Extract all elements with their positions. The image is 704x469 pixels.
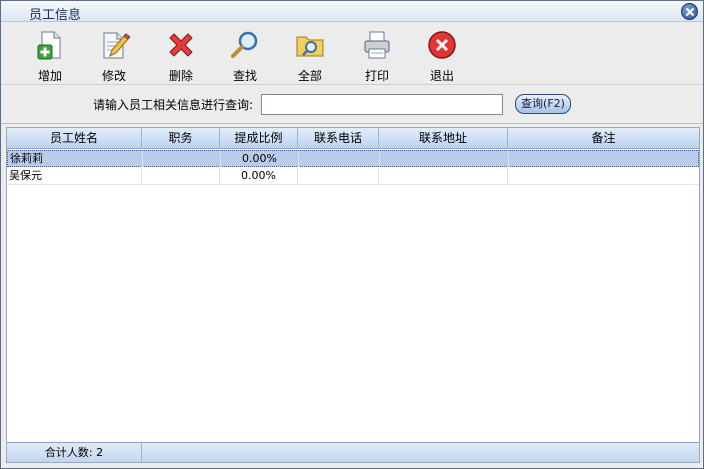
column-header-rate[interactable]: 提成比例 (220, 128, 298, 149)
print-button[interactable]: 打印 (352, 27, 402, 83)
cell-rate: 0.00% (221, 151, 299, 167)
employee-table: 员工姓名 职务 提成比例 联系电话 联系地址 备注 徐莉莉 0.00% 吴保元 … (6, 127, 700, 463)
employee-count: 合计人数: 2 (7, 443, 142, 462)
toolbar: 增加 修改 删除 查找 全部 打印 退出 (1, 23, 703, 85)
table-row[interactable]: 徐莉莉 0.00% (7, 150, 699, 167)
exit-icon (428, 31, 456, 59)
delete-x-icon (169, 33, 193, 57)
window-title: 员工信息 (29, 8, 82, 23)
folder-search-icon (296, 36, 324, 57)
column-header-title[interactable]: 职务 (142, 128, 220, 149)
cell-name: 吴保元 (7, 168, 142, 184)
cell-address (379, 168, 508, 184)
table-row[interactable]: 吴保元 0.00% (7, 168, 699, 185)
cell-name: 徐莉莉 (8, 151, 143, 167)
edit-label: 修改 (101, 69, 126, 83)
table-footer: 合计人数: 2 (7, 442, 699, 462)
find-label: 查找 (232, 69, 257, 83)
table-header: 员工姓名 职务 提成比例 联系电话 联系地址 备注 (7, 128, 699, 149)
cell-note (508, 168, 699, 184)
cell-note (509, 151, 698, 167)
column-header-phone[interactable]: 联系电话 (298, 128, 379, 149)
title-bar: 员工信息 (1, 1, 703, 23)
delete-button[interactable]: 删除 (156, 27, 206, 83)
cell-rate: 0.00% (220, 168, 298, 184)
add-label: 增加 (37, 69, 62, 83)
edit-document-icon (103, 32, 130, 59)
cell-title (143, 151, 221, 167)
edit-button[interactable]: 修改 (89, 27, 139, 83)
column-header-name[interactable]: 员工姓名 (7, 128, 142, 149)
magnifier-icon (231, 31, 258, 58)
delete-label: 删除 (168, 69, 193, 83)
show-all-label: 全部 (297, 69, 322, 83)
search-prompt: 请输入员工相关信息进行查询: (93, 98, 254, 112)
print-label: 打印 (364, 69, 389, 83)
cell-title (142, 168, 220, 184)
cell-phone (298, 168, 379, 184)
query-button[interactable]: 查询(F2) (515, 94, 571, 114)
close-icon[interactable] (681, 3, 698, 20)
search-bar: 请输入员工相关信息进行查询: 查询(F2) (1, 86, 703, 124)
add-document-icon (37, 31, 61, 60)
employee-info-window: 员工信息 增加 修改 删除 查找 全部 打印 退出 请输入员工相关信息进行查询:… (0, 0, 704, 469)
column-header-address[interactable]: 联系地址 (379, 128, 508, 149)
add-button[interactable]: 增加 (25, 27, 75, 83)
find-button[interactable]: 查找 (220, 27, 270, 83)
exit-button[interactable]: 退出 (417, 27, 467, 83)
show-all-button[interactable]: 全部 (285, 27, 335, 83)
printer-icon (364, 31, 390, 59)
column-header-note[interactable]: 备注 (508, 128, 699, 149)
cell-address (380, 151, 509, 167)
cell-phone (299, 151, 380, 167)
search-input[interactable] (261, 94, 503, 115)
exit-label: 退出 (429, 69, 454, 83)
